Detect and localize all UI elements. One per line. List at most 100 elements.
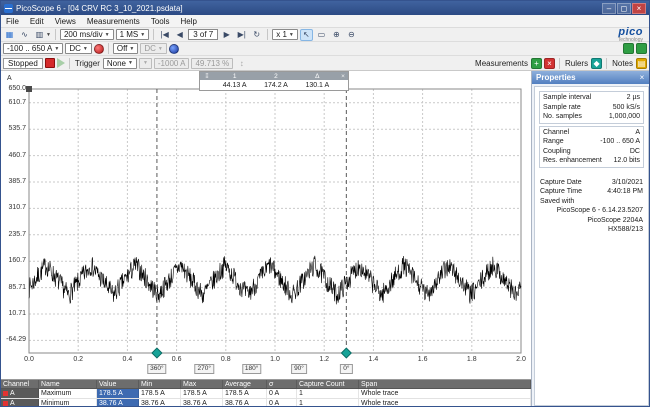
close-button[interactable]: × bbox=[632, 3, 646, 14]
meas-cell-2: 38.76 A bbox=[97, 399, 139, 407]
probe-wizard-button[interactable] bbox=[636, 43, 647, 54]
scope-plot[interactable] bbox=[1, 71, 531, 379]
notes-button[interactable]: ▤ bbox=[636, 58, 647, 69]
toolbar-separator bbox=[69, 58, 70, 69]
caret-down-icon: ▼ bbox=[105, 32, 110, 38]
rulers-label: Rulers bbox=[565, 59, 588, 68]
properties-header: Properties × bbox=[532, 71, 650, 84]
property-row: Res. enhancement12.0 bits bbox=[543, 156, 640, 166]
measurement-row[interactable]: AMinimum38.76 A38.76 A38.76 A38.76 A0 A1… bbox=[1, 399, 531, 407]
samples-value: 1 MS bbox=[120, 30, 139, 39]
scope-view-button[interactable]: ▦ bbox=[3, 29, 16, 41]
main-area: A 650.0610.7535.7460.7385.7310.7235.7160… bbox=[1, 71, 649, 406]
start-button[interactable] bbox=[57, 58, 65, 68]
view-options-caret-icon[interactable]: ▼ bbox=[46, 32, 51, 38]
meas-cell-6: 0 A bbox=[267, 389, 297, 398]
ruler-legend-close-button[interactable]: × bbox=[338, 73, 348, 80]
x-axis-label: 0.0 bbox=[24, 356, 34, 363]
ruler-legend[interactable]: ⣿ 1 2 Δ × 44.13 A 174.2 A 130.1 A bbox=[199, 71, 349, 91]
samples-select[interactable]: 1 MS ▼ bbox=[116, 29, 150, 40]
toolbar-separator bbox=[153, 29, 154, 40]
spectrum-view-button[interactable]: ∿ bbox=[18, 29, 31, 41]
channel-a-swatch bbox=[3, 401, 8, 406]
channel-a-options-button[interactable] bbox=[94, 44, 104, 54]
zoom-in-tool-button[interactable]: ⊕ bbox=[330, 29, 343, 41]
pretrigger-spinner[interactable]: ↕ bbox=[235, 57, 248, 69]
property-row: Capture Time4:40:18 PM bbox=[540, 187, 643, 197]
properties-close-button[interactable]: × bbox=[637, 73, 647, 82]
menu-edit[interactable]: Edit bbox=[30, 17, 44, 26]
zoom-window-tool-button[interactable]: ▭ bbox=[315, 29, 328, 41]
minimize-button[interactable]: – bbox=[602, 3, 616, 14]
scope-view[interactable]: A 650.0610.7535.7460.7385.7310.7235.7160… bbox=[1, 71, 531, 379]
zoom-out-tool-button[interactable]: ⊖ bbox=[345, 29, 358, 41]
measurement-row[interactable]: AMaximum178.5 A178.5 A178.5 A178.5 A0 A1… bbox=[1, 389, 531, 399]
buffer-navigator-button[interactable]: ↻ bbox=[250, 29, 263, 41]
ruler-legend-drag-handle[interactable]: ⣿ bbox=[200, 72, 214, 80]
property-label: Sample rate bbox=[543, 103, 581, 113]
maximize-button[interactable]: ◻ bbox=[617, 3, 631, 14]
title-bar: PicoScope 6 - [04 CRV RC 3_10_2021.psdat… bbox=[1, 1, 649, 15]
last-buffer-button[interactable]: ▶| bbox=[235, 29, 248, 41]
meas-cell-3: 178.5 A bbox=[139, 389, 181, 398]
caret-down-icon: ▼ bbox=[289, 32, 294, 38]
phase-label: 90° bbox=[291, 364, 307, 374]
sample-info-group: Sample interval2 µsSample rate500 kS/sNo… bbox=[539, 91, 644, 124]
meas-cell-7: 1 bbox=[297, 399, 359, 407]
meas-cell-4: 178.5 A bbox=[181, 389, 223, 398]
measurements-label: Measurements bbox=[475, 59, 528, 68]
trigger-threshold-input[interactable]: -1000 A bbox=[154, 58, 190, 69]
saved-with-row: Saved with bbox=[537, 197, 646, 207]
channel-b-coupling-value: DC bbox=[144, 44, 156, 53]
trigger-source-select[interactable]: ▼ bbox=[139, 58, 152, 69]
first-buffer-button[interactable]: |◀ bbox=[158, 29, 171, 41]
meas-cell-6: 0 A bbox=[267, 399, 297, 407]
signal-generator-button[interactable] bbox=[623, 43, 634, 54]
meas-header-5: Average bbox=[223, 380, 267, 388]
menu-help[interactable]: Help bbox=[181, 17, 197, 26]
caret-down-icon: ▼ bbox=[129, 46, 134, 52]
menu-measurements[interactable]: Measurements bbox=[87, 17, 140, 26]
meas-header-8: Span bbox=[359, 380, 531, 388]
time-ruler-handle-2 bbox=[341, 348, 351, 358]
app-icon bbox=[4, 4, 13, 13]
x-axis-label: 0.6 bbox=[172, 356, 182, 363]
ruler-delta-header: Δ bbox=[297, 73, 338, 80]
notes-label: Notes bbox=[612, 59, 633, 68]
delete-measurement-button[interactable]: × bbox=[544, 58, 555, 69]
toolbar-separator bbox=[606, 58, 607, 69]
channel-a-coupling-select[interactable]: DC ▼ bbox=[65, 43, 92, 54]
channel-b-coupling-select[interactable]: DC ▼ bbox=[140, 43, 167, 54]
meas-header-2: Value bbox=[97, 380, 139, 388]
main-toolbar: ▦ ∿ ▥ ▼ 200 ms/div ▼ 1 MS ▼ |◀ ◀ 3 of 7 … bbox=[1, 28, 649, 42]
caret-down-icon: ▼ bbox=[140, 32, 145, 38]
y-axis-label: 10.71 bbox=[1, 310, 26, 317]
channel-name: A bbox=[10, 400, 15, 407]
menu-views[interactable]: Views bbox=[55, 17, 76, 26]
pretrigger-input[interactable]: 49.713 % bbox=[191, 58, 233, 69]
menu-file[interactable]: File bbox=[6, 17, 19, 26]
next-buffer-button[interactable]: ▶ bbox=[220, 29, 233, 41]
add-measurement-button[interactable]: + bbox=[531, 58, 542, 69]
trigger-mode-select[interactable]: None ▼ bbox=[103, 58, 137, 69]
rulers-button[interactable]: ◆ bbox=[591, 58, 602, 69]
prev-buffer-button[interactable]: ◀ bbox=[173, 29, 186, 41]
meas-header-0: Channel bbox=[1, 380, 39, 388]
caret-down-icon: ▼ bbox=[158, 46, 163, 52]
stop-button[interactable] bbox=[45, 58, 55, 68]
channel-b-options-button[interactable] bbox=[169, 44, 179, 54]
pretrigger-value: 49.713 % bbox=[195, 59, 229, 68]
property-label: Capture Date bbox=[540, 178, 582, 188]
ruler-legend-header: ⣿ 1 2 Δ × bbox=[200, 72, 348, 80]
zoom-select[interactable]: x 1 ▼ bbox=[272, 29, 298, 40]
saved-with-value: PicoScope 6 - 6.14.23.5207 bbox=[540, 206, 643, 216]
meas-cell-2: 178.5 A bbox=[97, 389, 139, 398]
capture-info-group: Capture Date3/10/2021Capture Time4:40:18… bbox=[537, 178, 646, 197]
property-label: Sample interval bbox=[543, 93, 591, 103]
channel-a-range-select[interactable]: -100 .. 650 A ▼ bbox=[3, 43, 63, 54]
view-options-button[interactable]: ▥ bbox=[33, 29, 46, 41]
channel-b-range-select[interactable]: Off ▼ bbox=[113, 43, 138, 54]
menu-tools[interactable]: Tools bbox=[151, 17, 170, 26]
pointer-tool-button[interactable]: ↖ bbox=[300, 29, 313, 41]
timebase-select[interactable]: 200 ms/div ▼ bbox=[60, 29, 114, 40]
